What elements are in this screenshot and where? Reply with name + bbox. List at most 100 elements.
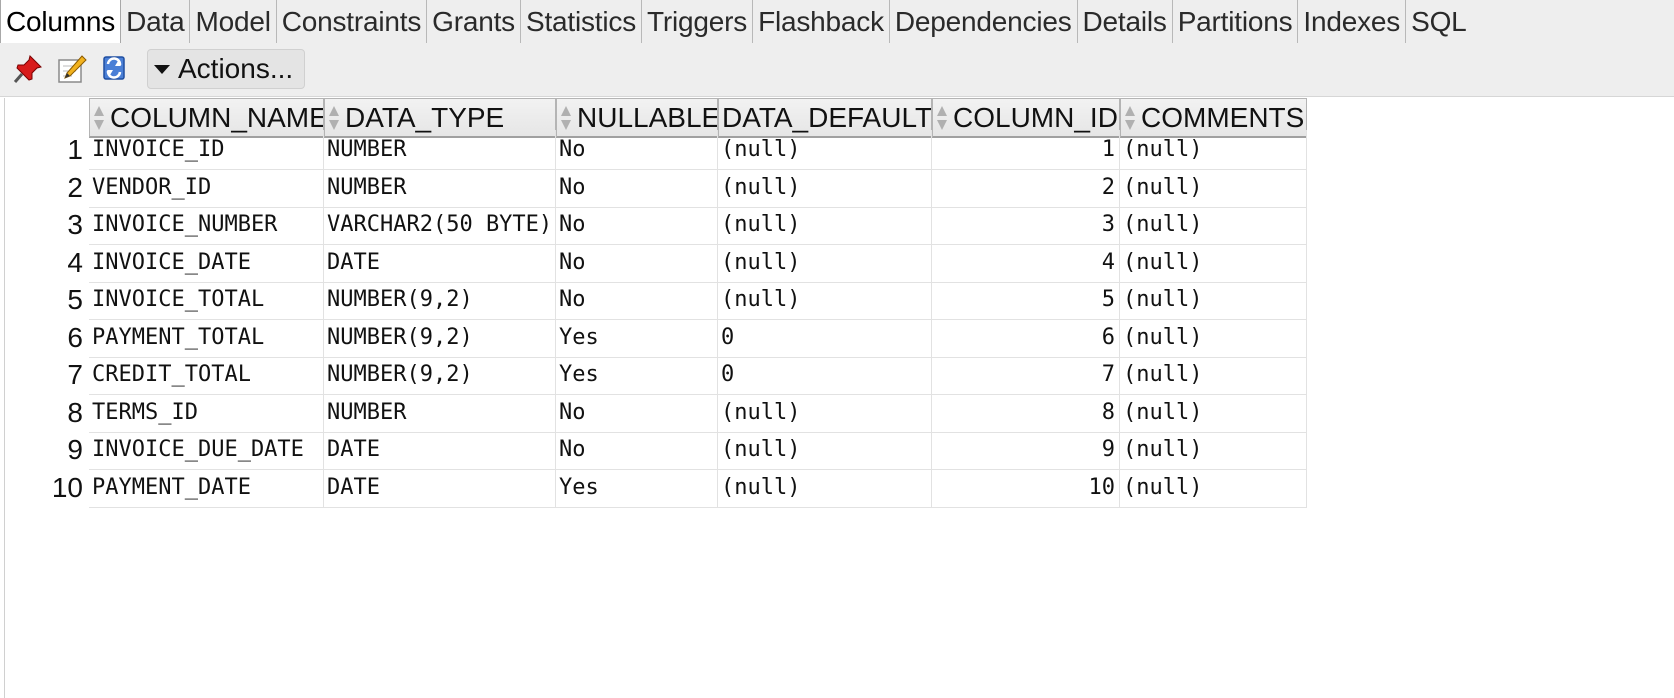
cell-column-name[interactable]: VENDOR_ID (89, 167, 324, 208)
header-label: COMMENTS (1141, 101, 1305, 133)
tab-model[interactable]: Model (190, 0, 277, 43)
cell-data-type[interactable]: NUMBER (324, 392, 556, 433)
tab-details[interactable]: Details (1078, 0, 1173, 43)
cell-column-name[interactable]: CREDIT_TOTAL (89, 355, 324, 395)
table-row[interactable]: 8 TERMS_ID NUMBER No (null) 8 (null) (5, 392, 1307, 433)
cell-column-name[interactable]: PAYMENT_DATE (89, 467, 324, 508)
cell-nullable[interactable]: No (556, 167, 718, 208)
cell-data-default[interactable]: (null) (718, 130, 932, 170)
cell-data-default[interactable]: 0 (718, 317, 932, 358)
cell-data-type[interactable]: NUMBER(9,2) (324, 355, 556, 395)
tab-dependencies[interactable]: Dependencies (890, 0, 1078, 43)
cell-comments[interactable]: (null) (1120, 355, 1307, 395)
row-number: 2 (67, 171, 83, 203)
cell-data-default[interactable]: (null) (718, 430, 932, 470)
cell-column-id[interactable]: 3 (932, 205, 1120, 245)
cell-data-type[interactable]: NUMBER (324, 167, 556, 208)
cell-comments[interactable]: (null) (1120, 317, 1307, 358)
header-label: DATA_DEFAULT (722, 101, 932, 133)
cell-comments[interactable]: (null) (1120, 130, 1307, 170)
tab-grants[interactable]: Grants (427, 0, 521, 43)
header-label: COLUMN_NAME (110, 101, 324, 133)
cell-nullable[interactable]: No (556, 392, 718, 433)
cell-nullable[interactable]: Yes (556, 355, 718, 395)
refresh-icon[interactable] (98, 53, 130, 85)
cell-comments[interactable]: (null) (1120, 242, 1307, 283)
columns-grid: COLUMN_NAME DATA_TYPE NULLABLE DATA_DEFA… (4, 98, 1674, 698)
cell-column-name[interactable]: INVOICE_DATE (89, 242, 324, 283)
tab-flashback[interactable]: Flashback (753, 0, 890, 43)
cell-comments[interactable]: (null) (1120, 430, 1307, 470)
pin-icon[interactable] (12, 53, 44, 85)
cell-nullable[interactable]: No (556, 130, 718, 170)
cell-column-id[interactable]: 9 (932, 430, 1120, 470)
cell-data-default[interactable]: 0 (718, 355, 932, 395)
header-label: NULLABLE (577, 101, 718, 133)
table-row[interactable]: 3 INVOICE_NUMBER VARCHAR2(50 BYTE) No (null)… (5, 205, 1307, 245)
cell-nullable[interactable]: No (556, 205, 718, 245)
cell-data-type[interactable]: DATE (324, 242, 556, 283)
table-row[interactable]: 7 CREDIT_TOTAL NUMBER(9,2) Yes 0 7 (null) (5, 355, 1307, 395)
cell-column-id[interactable]: 2 (932, 167, 1120, 208)
actions-button[interactable]: Actions... (147, 49, 305, 89)
table-row[interactable]: 6 PAYMENT_TOTAL NUMBER(9,2) Yes 0 6 (null) (5, 317, 1307, 358)
cell-column-id[interactable]: 10 (932, 467, 1120, 508)
table-row[interactable]: 9 INVOICE_DUE_DATE DATE No (null) 9 (null) (5, 430, 1307, 470)
cell-data-default[interactable]: (null) (718, 280, 932, 320)
table-row[interactable]: 5 INVOICE_TOTAL NUMBER(9,2) No (null) 5 (null) (5, 280, 1307, 320)
cell-column-id[interactable]: 6 (932, 317, 1120, 358)
tab-statistics[interactable]: Statistics (521, 0, 642, 43)
cell-data-default[interactable]: (null) (718, 167, 932, 208)
cell-nullable[interactable]: No (556, 280, 718, 320)
cell-column-name[interactable]: INVOICE_ID (89, 130, 324, 170)
cell-column-id[interactable]: 5 (932, 280, 1120, 320)
sort-icon (937, 105, 947, 131)
table-row[interactable]: 1 INVOICE_ID NUMBER No (null) 1 (null) (5, 130, 1307, 170)
cell-data-type[interactable]: NUMBER(9,2) (324, 280, 556, 320)
table-row[interactable]: 10 PAYMENT_DATE DATE Yes (null) 10 (null) (5, 467, 1307, 508)
cell-data-type[interactable]: NUMBER(9,2) (324, 317, 556, 358)
cell-column-name[interactable]: TERMS_ID (89, 392, 324, 433)
row-number: 10 (51, 471, 83, 503)
tab-data[interactable]: Data (121, 0, 191, 43)
cell-comments[interactable]: (null) (1120, 392, 1307, 433)
cell-nullable[interactable]: Yes (556, 467, 718, 508)
tab-sql[interactable]: SQL (1406, 0, 1471, 43)
row-number: 3 (67, 209, 83, 240)
tab-indexes[interactable]: Indexes (1298, 0, 1407, 43)
tab-triggers[interactable]: Triggers (642, 0, 754, 43)
edit-icon[interactable] (56, 53, 88, 85)
cell-column-id[interactable]: 8 (932, 392, 1120, 433)
cell-column-name[interactable]: INVOICE_TOTAL (89, 280, 324, 320)
header-label: COLUMN_ID (953, 101, 1118, 133)
cell-nullable[interactable]: Yes (556, 317, 718, 358)
cell-comments[interactable]: (null) (1120, 167, 1307, 208)
row-number: 9 (67, 434, 83, 465)
cell-comments[interactable]: (null) (1120, 467, 1307, 508)
cell-comments[interactable]: (null) (1120, 280, 1307, 320)
cell-nullable[interactable]: No (556, 242, 718, 283)
cell-data-default[interactable]: (null) (718, 467, 932, 508)
cell-data-type[interactable]: DATE (324, 430, 556, 470)
cell-nullable[interactable]: No (556, 430, 718, 470)
cell-column-name[interactable]: INVOICE_DUE_DATE (89, 430, 324, 470)
tab-constraints[interactable]: Constraints (277, 0, 428, 43)
cell-data-default[interactable]: (null) (718, 242, 932, 283)
cell-comments[interactable]: (null) (1120, 205, 1307, 245)
cell-column-id[interactable]: 4 (932, 242, 1120, 283)
tab-columns[interactable]: Columns (0, 0, 122, 43)
cell-column-id[interactable]: 7 (932, 355, 1120, 395)
cell-data-type[interactable]: DATE (324, 467, 556, 508)
row-number: 6 (67, 321, 83, 353)
cell-data-type[interactable]: NUMBER (324, 130, 556, 170)
cell-data-default[interactable]: (null) (718, 392, 932, 433)
cell-column-name[interactable]: INVOICE_NUMBER (89, 205, 324, 245)
header-label: DATA_TYPE (345, 101, 505, 133)
cell-column-id[interactable]: 1 (932, 130, 1120, 170)
table-row[interactable]: 4 INVOICE_DATE DATE No (null) 4 (null) (5, 242, 1307, 283)
cell-data-type[interactable]: VARCHAR2(50 BYTE) (324, 205, 556, 245)
table-row[interactable]: 2 VENDOR_ID NUMBER No (null) 2 (null) (5, 167, 1307, 208)
cell-column-name[interactable]: PAYMENT_TOTAL (89, 317, 324, 358)
tab-partitions[interactable]: Partitions (1173, 0, 1299, 43)
cell-data-default[interactable]: (null) (718, 205, 932, 245)
